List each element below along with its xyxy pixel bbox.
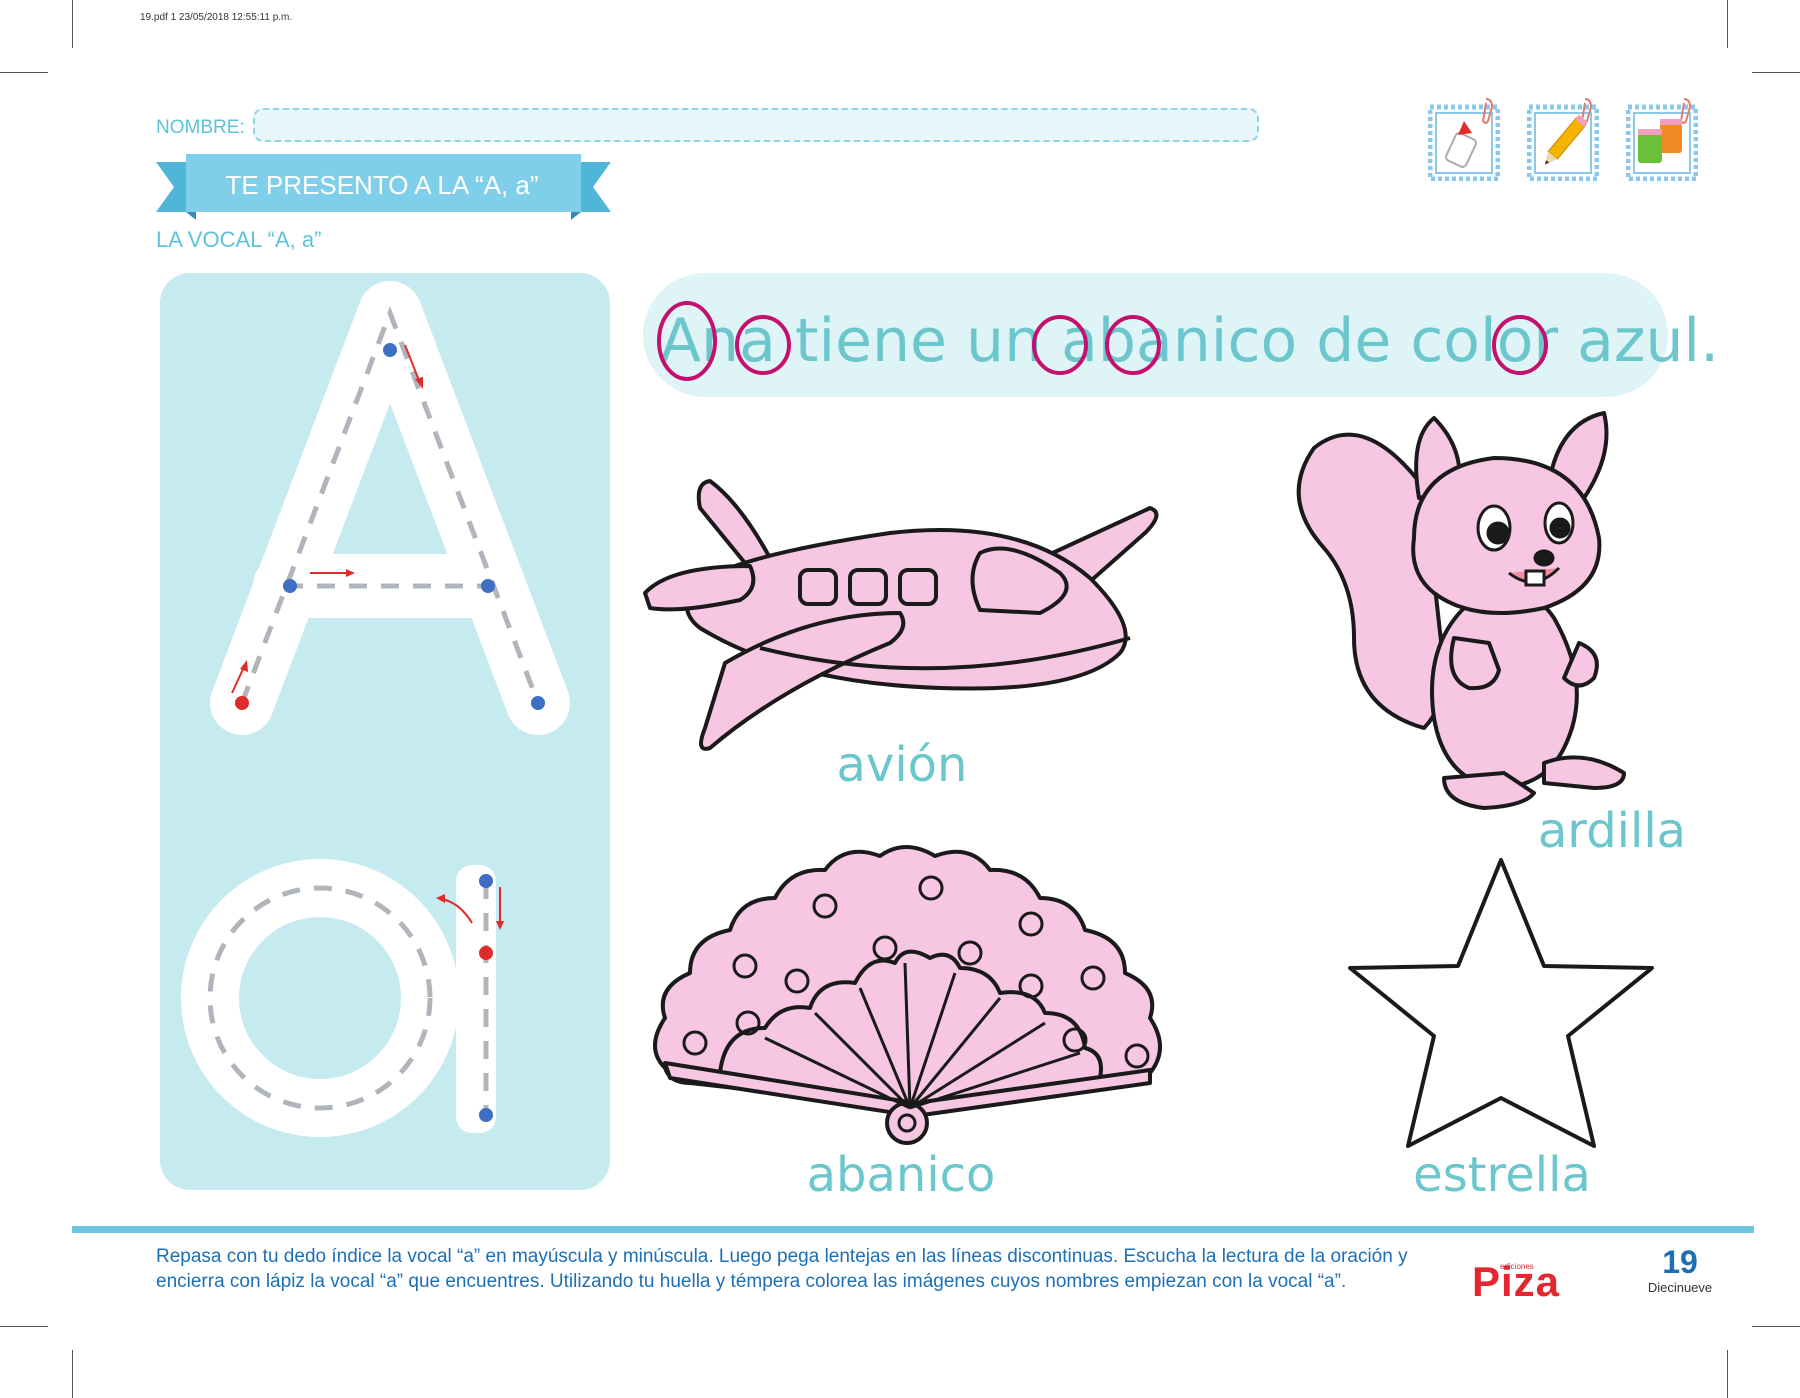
vowel-circles	[657, 301, 1548, 381]
star-label: estrella	[1413, 1147, 1591, 1203]
page-title: TE PRESENTO A LA “A, a”	[225, 170, 539, 200]
crop-mark	[1727, 1350, 1728, 1398]
crop-mark	[0, 72, 48, 73]
page-number-word: Diecinueve	[1647, 1280, 1713, 1295]
print-info: 19.pdf 1 23/05/2018 12:55:11 p.m.	[140, 12, 293, 23]
squirrel-icon	[1296, 411, 1626, 810]
pencil-icon	[1527, 98, 1599, 181]
footer-divider	[72, 1226, 1754, 1233]
lowercase-a-guide	[181, 859, 504, 1137]
crop-mark	[0, 1326, 48, 1327]
letter-a-tracing[interactable]	[160, 273, 610, 1190]
crop-mark	[1752, 1326, 1800, 1327]
uppercase-a-guide	[210, 281, 570, 735]
page-subtitle: LA VOCAL “A, a”	[156, 227, 322, 252]
crop-mark	[72, 0, 73, 48]
glue-icon	[1428, 98, 1500, 181]
plane-label: avión	[836, 737, 968, 793]
name-label: NOMBRE:	[156, 117, 245, 138]
paint-icon	[1626, 98, 1698, 181]
brand-logo: Piza	[1472, 1258, 1561, 1305]
name-field[interactable]	[253, 108, 1259, 142]
star-icon	[1348, 858, 1654, 1148]
fan-icon	[653, 845, 1162, 1145]
crop-mark	[72, 1350, 73, 1398]
page-number: 19	[1662, 1244, 1698, 1280]
instructions-text: Repasa con tu dedo índice la vocal “a” e…	[156, 1246, 1408, 1292]
airplane-icon	[643, 479, 1159, 751]
fan-label: abanico	[806, 1147, 996, 1203]
crop-mark	[1727, 0, 1728, 48]
squirrel-label: ardilla	[1537, 803, 1687, 859]
crop-mark	[1752, 72, 1800, 73]
